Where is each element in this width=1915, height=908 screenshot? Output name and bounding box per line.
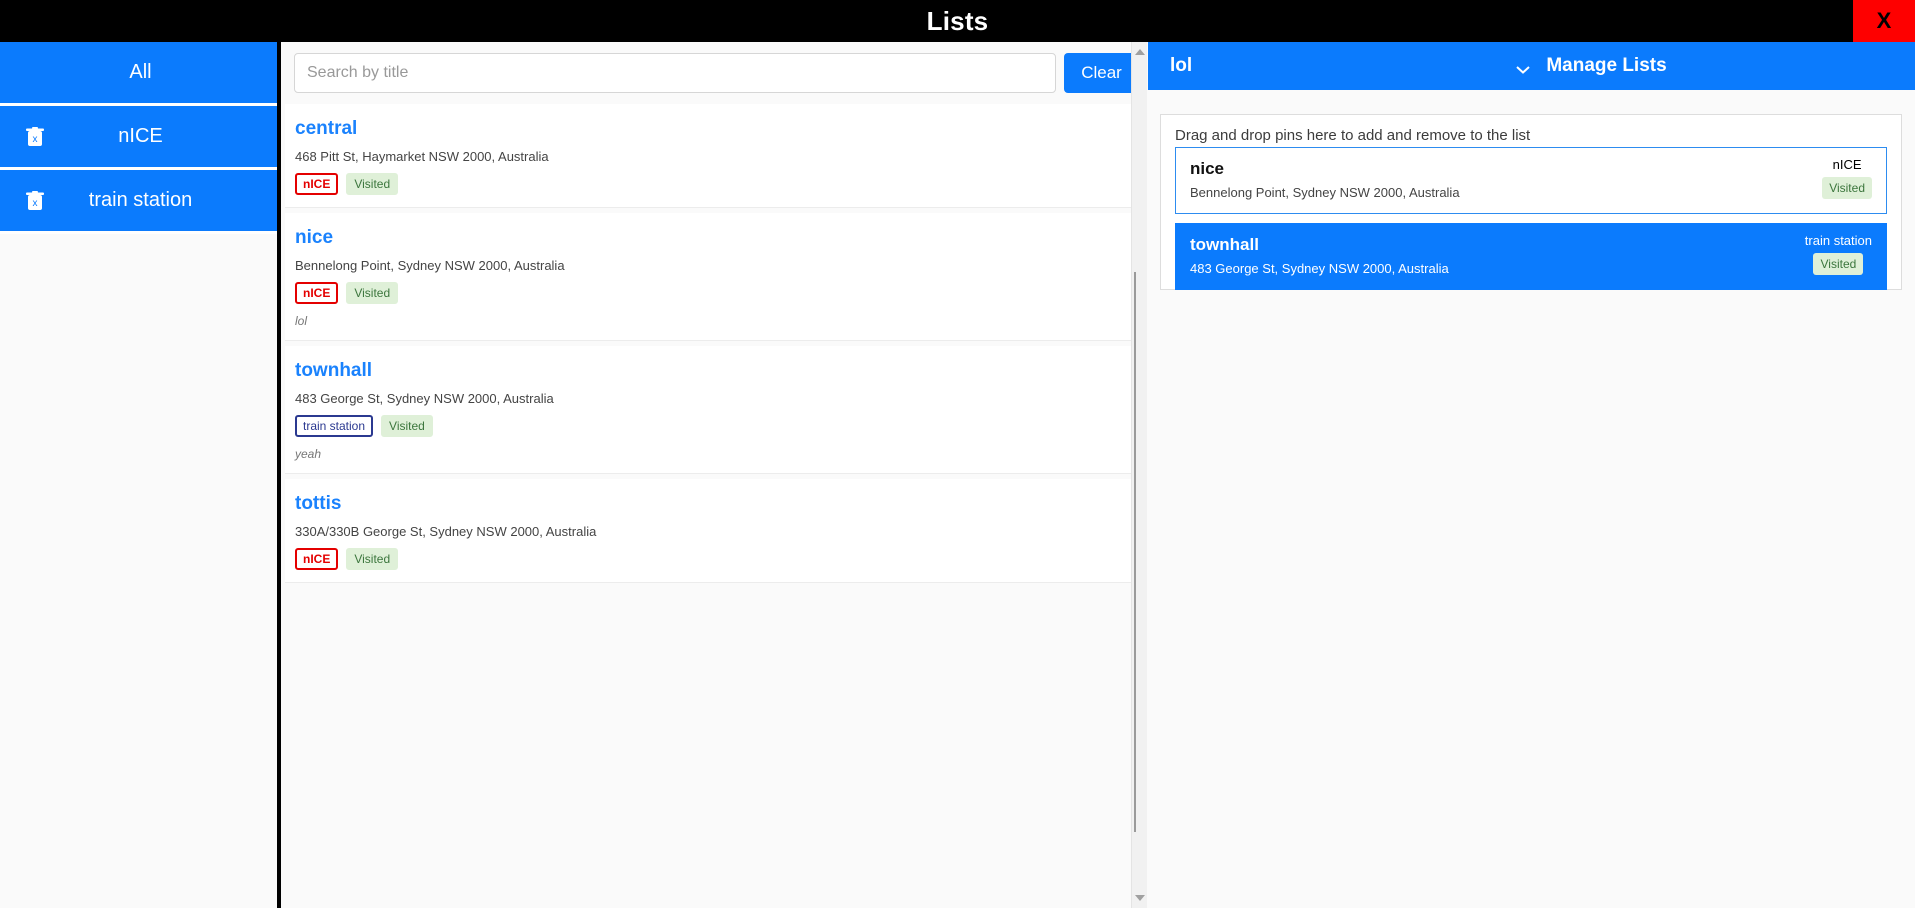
- pin-badges: train station Visited: [295, 415, 1135, 437]
- dropzone-pin-address: 483 George St, Sydney NSW 2000, Australi…: [1190, 261, 1449, 276]
- dropzone-pin-meta: nICE Visited: [1822, 157, 1872, 199]
- pin-address: 483 George St, Sydney NSW 2000, Australi…: [295, 391, 554, 406]
- dropzone-visited-badge: Visited: [1822, 177, 1872, 199]
- category-badge: nICE: [295, 173, 339, 195]
- pin-results-list: central 468 Pitt St, Haymarket NSW 2000, …: [285, 104, 1145, 908]
- scroll-down-arrow-icon[interactable]: [1132, 890, 1148, 906]
- category-badge: nICE: [295, 282, 339, 304]
- scroll-up-arrow-icon[interactable]: [1132, 44, 1148, 60]
- sidebar-item-label: All: [129, 61, 152, 83]
- search-row: Clear: [294, 53, 1139, 93]
- category-badge: nICE: [295, 548, 339, 570]
- trash-icon[interactable]: x: [26, 190, 44, 211]
- pin-card[interactable]: central 468 Pitt St, Haymarket NSW 2000, …: [285, 104, 1145, 208]
- trash-icon[interactable]: x: [26, 126, 44, 147]
- visited-badge: Visited: [346, 548, 399, 570]
- pin-note: yeah: [295, 447, 322, 461]
- close-button[interactable]: X: [1853, 0, 1915, 42]
- dropzone-category-label: train station: [1804, 233, 1872, 248]
- svg-text:x: x: [33, 134, 38, 145]
- pin-title[interactable]: tottis: [295, 493, 1135, 515]
- pin-title[interactable]: townhall: [295, 360, 1135, 382]
- pin-address: Bennelong Point, Sydney NSW 2000, Austra…: [295, 258, 565, 273]
- pin-note: lol: [295, 314, 308, 328]
- search-input[interactable]: [294, 53, 1056, 93]
- visited-badge: Visited: [381, 415, 433, 437]
- pin-badges: nICE Visited: [295, 548, 1135, 570]
- dropzone-pin-title: townhall: [1190, 235, 1259, 254]
- sidebar-item-all[interactable]: All: [0, 42, 277, 106]
- dropzone-hint: Drag and drop pins here to add and remov…: [1175, 127, 1531, 144]
- visited-badge: Visited: [346, 173, 399, 195]
- pin-list-column: Clear central 468 Pitt St, Haymarket NSW …: [285, 42, 1145, 908]
- sidebar-item-nice[interactable]: x nICE: [0, 106, 277, 170]
- sidebar: All x nICE x train station: [0, 42, 281, 908]
- visited-badge: Visited: [346, 282, 399, 304]
- dropzone-visited-badge: Visited: [1813, 253, 1864, 275]
- pin-card[interactable]: tottis 330A/330B George St, Sydney NSW 20…: [285, 479, 1145, 583]
- pin-card[interactable]: nice Bennelong Point, Sydney NSW 2000, Au…: [285, 213, 1145, 341]
- svg-text:x: x: [33, 198, 38, 209]
- list-scrollbar[interactable]: [1131, 42, 1147, 908]
- dropzone-pin-address: Bennelong Point, Sydney NSW 2000, Austra…: [1190, 185, 1460, 200]
- window-title-bar: Lists X: [0, 0, 1915, 42]
- manage-lists-label[interactable]: Manage Lists: [1148, 42, 1915, 90]
- pin-address: 330A/330B George St, Sydney NSW 2000, Au…: [295, 524, 597, 539]
- page-title: Lists: [926, 6, 989, 36]
- category-badge: train station: [295, 415, 374, 437]
- dropzone-pin-title: nice: [1190, 159, 1225, 178]
- pin-title[interactable]: central: [295, 118, 1135, 140]
- pin-badges: nICE Visited: [295, 173, 1135, 195]
- clear-button[interactable]: Clear: [1064, 53, 1139, 93]
- pin-badges: nICE Visited: [295, 282, 1135, 304]
- manage-lists-panel: lol Manage Lists Drag and drop pins here…: [1148, 42, 1915, 908]
- dropzone-pin-card[interactable]: townhall 483 George St, Sydney NSW 2000, …: [1175, 223, 1887, 290]
- pin-card[interactable]: townhall 483 George St, Sydney NSW 2000, …: [285, 346, 1145, 474]
- scrollbar-thumb[interactable]: [1134, 272, 1146, 832]
- dropzone-pin-card[interactable]: nice Bennelong Point, Sydney NSW 2000, Au…: [1175, 147, 1887, 214]
- drag-drop-zone[interactable]: Drag and drop pins here to add and remov…: [1160, 114, 1902, 290]
- pin-address: 468 Pitt St, Haymarket NSW 2000, Austral…: [295, 149, 549, 164]
- dropzone-category-label: nICE: [1832, 157, 1862, 172]
- sidebar-item-train-station[interactable]: x train station: [0, 170, 277, 234]
- pin-title[interactable]: nice: [295, 227, 1135, 249]
- dropzone-pin-meta: train station Visited: [1805, 233, 1872, 275]
- manage-lists-bar: lol Manage Lists: [1148, 42, 1915, 90]
